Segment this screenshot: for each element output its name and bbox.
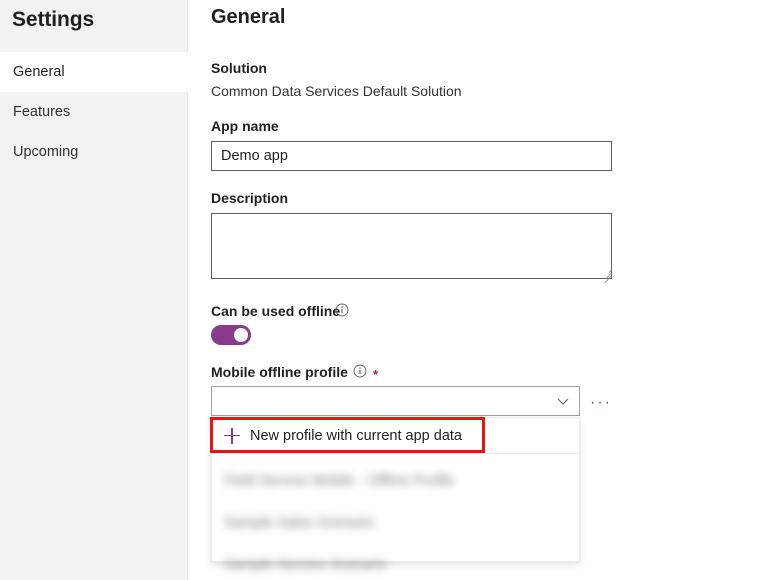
toggle-knob	[234, 328, 248, 342]
description-textarea[interactable]	[211, 213, 612, 279]
sidebar-item-features[interactable]: Features	[0, 92, 188, 132]
sidebar-item-general[interactable]: General	[0, 52, 188, 92]
dropdown-item-new-profile[interactable]: New profile with current app data	[212, 418, 579, 454]
mobile-offline-profile-label: Mobile offline profile	[211, 364, 348, 380]
mobile-offline-profile-dropdown: New profile with current app data Field …	[211, 417, 580, 562]
dropdown-item-option[interactable]: Sample Sales Scenario	[212, 502, 579, 544]
dropdown-item-label: Sample Service Scenario	[224, 557, 387, 573]
required-asterisk: *	[373, 368, 378, 381]
app-name-label: App name	[211, 118, 279, 134]
settings-page: Settings General Features Upcoming Gener…	[0, 0, 765, 580]
info-circle-icon[interactable]	[353, 364, 367, 378]
sidebar-title: Settings	[12, 8, 94, 32]
info-circle-icon[interactable]	[335, 303, 349, 317]
sidebar-item-upcoming[interactable]: Upcoming	[0, 132, 188, 172]
plus-icon	[224, 428, 240, 444]
chevron-down-icon[interactable]	[555, 393, 571, 409]
dropdown-item-option[interactable]: Field Service Mobile - Offline Profile	[212, 460, 579, 502]
mobile-offline-profile-combobox[interactable]	[211, 386, 580, 416]
settings-sidebar: Settings General Features Upcoming	[0, 0, 188, 580]
sidebar-item-label: General	[13, 64, 65, 80]
dropdown-item-option[interactable]: Sample Service Scenario	[212, 544, 579, 580]
more-options-button[interactable]: ···	[590, 395, 612, 411]
description-label: Description	[211, 190, 288, 206]
page-title: General	[211, 6, 285, 29]
settings-main-panel: General Solution Common Data Services De…	[189, 0, 765, 580]
dropdown-item-label: Field Service Mobile - Offline Profile	[224, 473, 454, 489]
offline-toggle-label: Can be used offline	[211, 303, 340, 319]
dropdown-item-label: Sample Sales Scenario	[224, 515, 375, 531]
sidebar-item-label: Features	[13, 104, 70, 120]
solution-label: Solution	[211, 60, 267, 76]
app-name-input[interactable]	[211, 141, 612, 171]
sidebar-nav-list: General Features Upcoming	[0, 52, 188, 172]
dropdown-item-label: New profile with current app data	[250, 428, 462, 444]
offline-toggle[interactable]	[211, 325, 251, 345]
sidebar-item-label: Upcoming	[13, 144, 78, 160]
solution-value: Common Data Services Default Solution	[211, 83, 462, 99]
